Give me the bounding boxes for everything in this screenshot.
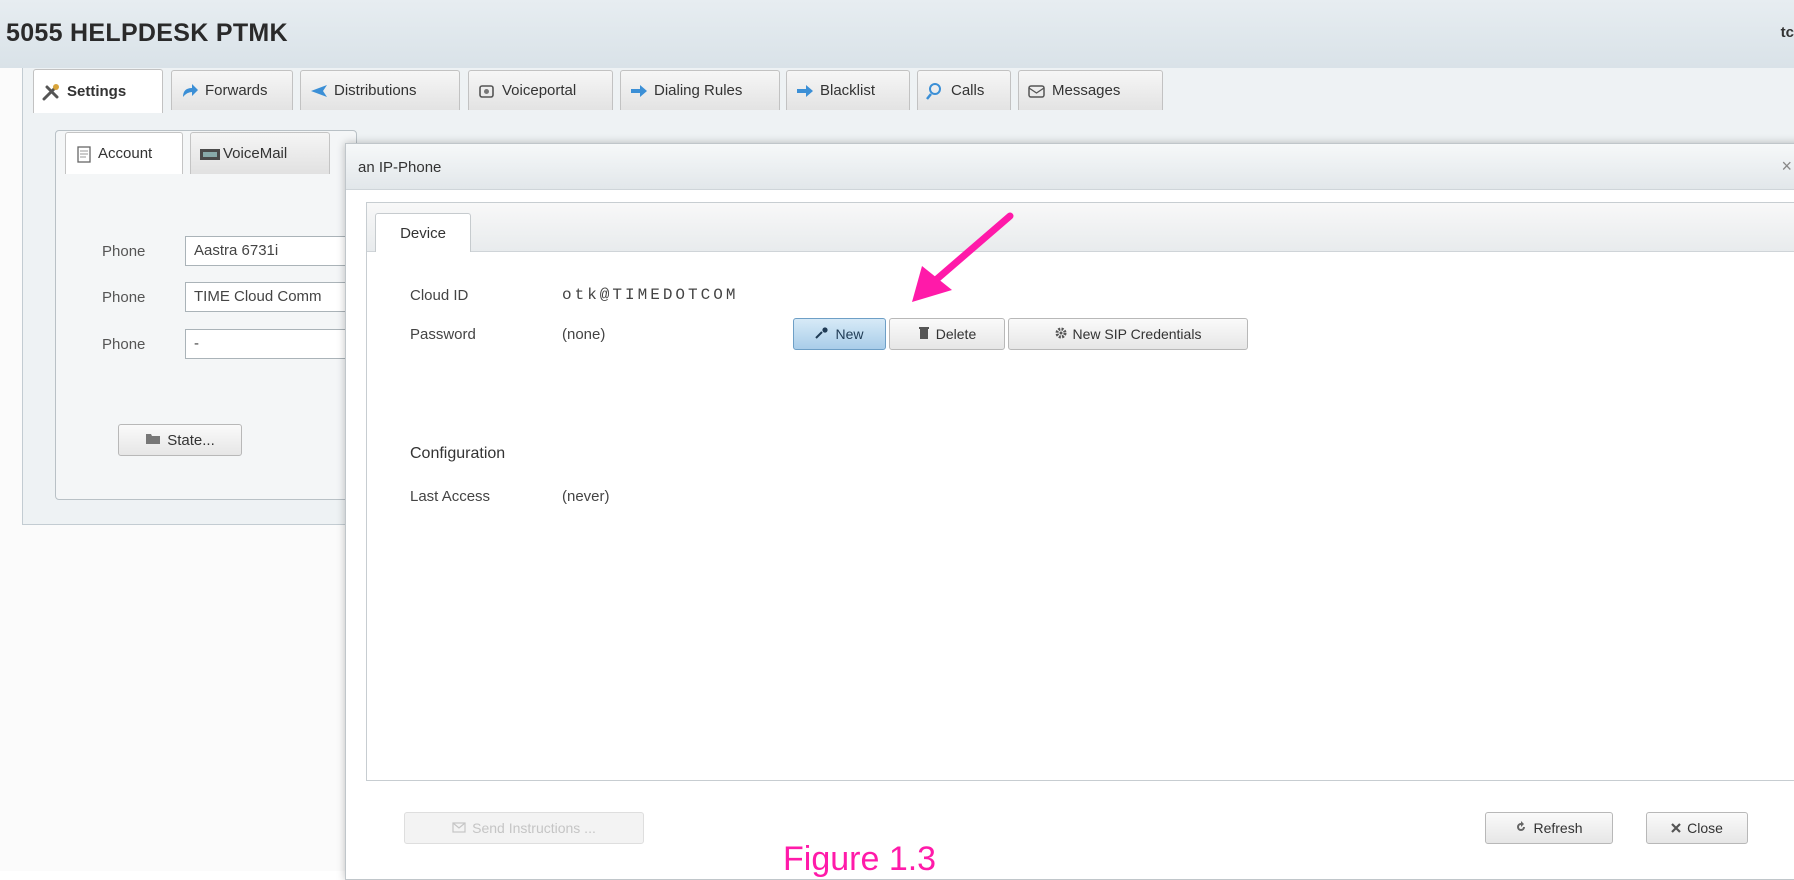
annotation-arrow-icon [912, 212, 1014, 302]
figure-caption: Figure 1.3 [783, 840, 937, 878]
app-window: 5055 HELPDESK PTMK tc Settings Forwards … [0, 0, 1794, 880]
